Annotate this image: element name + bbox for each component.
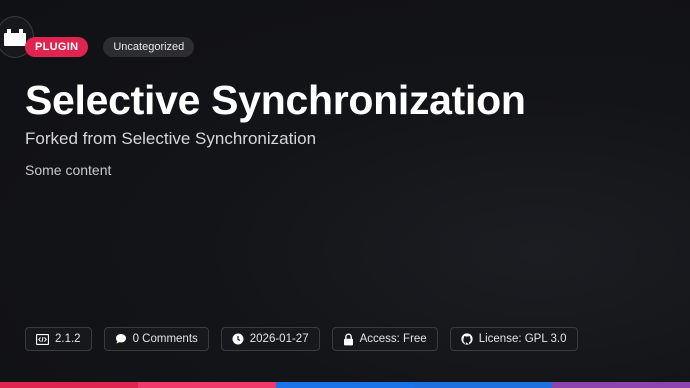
- license-label: License: GPL 3.0: [478, 333, 567, 345]
- license-chip: License: GPL 3.0: [449, 327, 578, 351]
- page-subtitle: Forked from Selective Synchronization: [25, 129, 317, 148]
- accent-bar-segment: [552, 382, 690, 388]
- version-label: 2.1.2: [55, 333, 81, 345]
- category-badge[interactable]: Uncategorized: [103, 37, 195, 57]
- accent-bar-segment: [276, 382, 414, 388]
- date-chip: 2026-01-27: [220, 327, 320, 351]
- clock-icon: [232, 333, 244, 345]
- accent-bar-segment: [138, 382, 276, 388]
- comments-label: 0 Comments: [132, 333, 198, 345]
- version-chip: 2.1.2: [25, 327, 92, 351]
- comment-icon: [115, 333, 127, 345]
- date-label: 2026-01-27: [249, 333, 309, 345]
- meta-row: 2.1.2 0 Comments 2026-01-27 Access: Free: [25, 327, 578, 351]
- accent-bar-segment: [0, 382, 138, 388]
- github-icon: [461, 333, 473, 345]
- access-label: Access: Free: [359, 333, 427, 345]
- comments-chip[interactable]: 0 Comments: [103, 327, 209, 351]
- access-chip: Access: Free: [331, 327, 438, 351]
- page-content: Some content: [25, 162, 112, 178]
- lock-icon: [343, 332, 354, 346]
- badge-row: PLUGIN Uncategorized: [25, 37, 195, 57]
- code-icon: [36, 333, 49, 345]
- page-title: Selective Synchronization: [25, 77, 526, 123]
- accent-bar-segment: [414, 382, 552, 388]
- plugin-type-badge[interactable]: PLUGIN: [25, 37, 89, 57]
- bottom-accent-bar: [0, 382, 690, 388]
